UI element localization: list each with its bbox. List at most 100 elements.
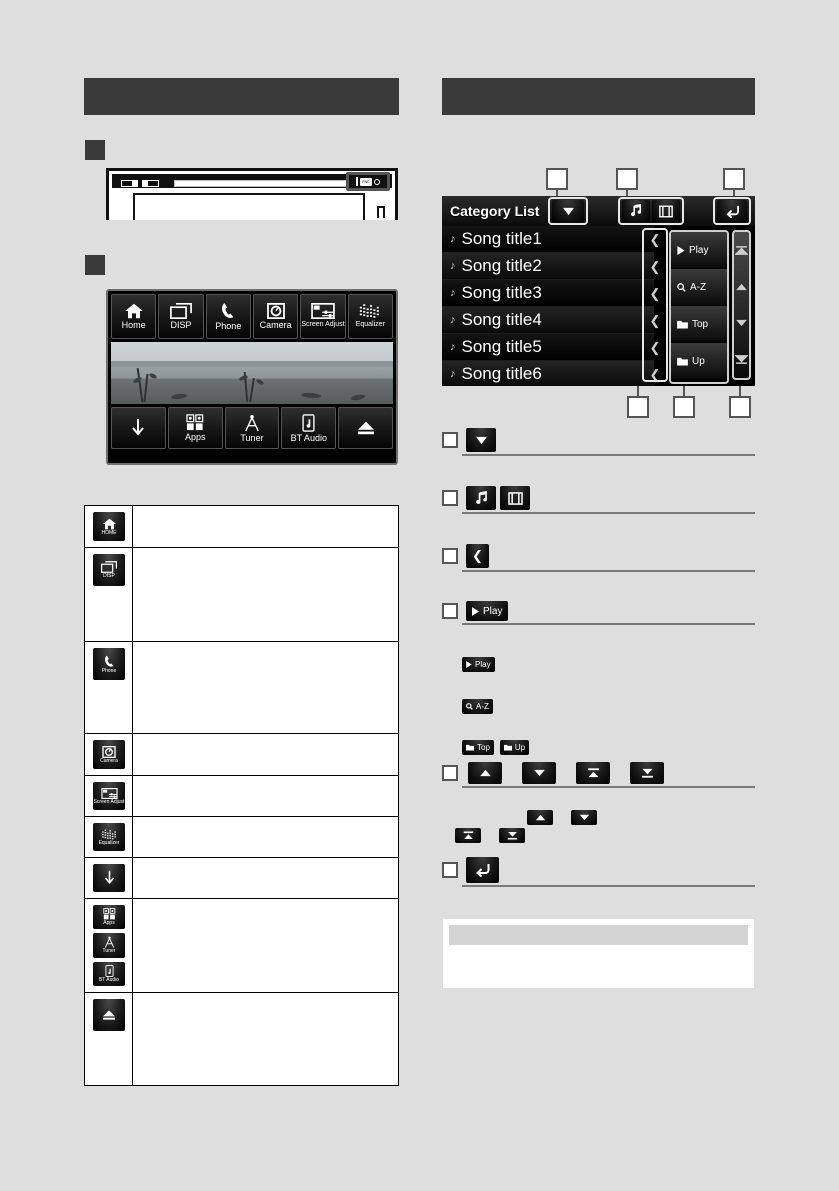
legend-chip-scroll-up[interactable] [468,762,502,784]
scroll-bottom-icon[interactable] [735,355,748,364]
folder-icon [466,744,474,751]
keycap-phone[interactable]: Phone [93,648,125,680]
legend-rule [462,623,755,625]
hu-button-tuner[interactable]: Tuner [224,407,280,449]
sub-chip-top-label: Top [477,743,490,752]
table-icon-cell [85,858,133,898]
list-item[interactable]: ♪ Song title2 [442,253,654,280]
tab-video[interactable] [652,200,680,222]
sub-chip-scroll-up[interactable] [527,810,553,825]
legend-number [442,603,458,619]
right-column-header [442,78,755,115]
chevron-left-icon[interactable]: ❮ [645,361,665,386]
fnc-bar-icon [356,177,359,186]
chevron-left-icon[interactable]: ❮ [645,334,665,361]
film-strip-icon [659,205,673,217]
keycap-equalizer[interactable]: Equalizer [93,823,125,851]
keycap-bt-audio[interactable]: BT Audio [93,961,125,986]
category-dropdown-button[interactable] [552,200,584,222]
keycap-eject[interactable] [93,999,125,1031]
sub-chip-scroll-bottom[interactable] [499,828,525,843]
table-icon-cell: Equalizer [85,817,133,857]
scroll-top-icon[interactable] [735,246,748,255]
hu-button-apps[interactable]: Apps [167,407,223,449]
legend-chip-play[interactable]: Play [466,601,509,621]
category-list-title-bar: Category List [442,196,755,226]
legend-rule [462,786,755,788]
chevron-left-icon[interactable]: ❮ [645,253,665,280]
camera-icon [102,745,116,758]
keycap-disp[interactable]: DISP [93,554,125,586]
keycap-tuner[interactable]: Tuner [93,933,125,958]
keycap-label: BT Audio [98,976,120,983]
list-item[interactable]: ♪ Song title4 [442,307,654,334]
keycap-camera[interactable]: Camera [93,740,125,769]
sub-chip-top[interactable]: Top [462,740,494,755]
hu-button-bt-audio[interactable]: BT Audio [281,407,337,449]
legend-chip-scroll-down[interactable] [522,762,556,784]
chevron-left-icon[interactable]: ❮ [645,307,665,334]
keycap-apps[interactable]: Apps [93,905,125,930]
legend-chip-scroll-top[interactable] [576,762,610,784]
callout-box-3 [723,168,745,190]
play-button[interactable]: Play [671,232,727,269]
top-folder-button[interactable]: Top [671,306,727,343]
sub-chip-play-label: Play [475,660,491,669]
category-list-items: ♪ Song title1 ♪ Song title2 ♪ Song title… [442,226,654,386]
search-icon [466,703,473,710]
music-note-icon [631,204,642,217]
scroll-up-icon[interactable] [735,283,748,291]
legend-chip-music[interactable] [466,486,496,510]
hu-button-equalizer[interactable]: Equalizer [347,294,393,339]
keycap-home[interactable]: HOME [93,512,125,541]
list-item[interactable]: ♪ Song title5 [442,334,654,361]
fnc-button-highlight[interactable]: FNC [346,172,390,191]
hu-button-eject[interactable] [338,407,393,449]
chevron-left-icon[interactable]: ❮ [645,226,665,253]
top-folder-button-label: Top [692,318,709,330]
plant-stalk [249,377,255,403]
table-icon-cell: Screen Adjust [85,776,133,816]
list-item[interactable]: ♪ Song title3 [442,280,654,307]
list-item[interactable]: ♪ Song title1 [442,226,654,253]
sub-chip-az[interactable]: A-Z [462,699,493,714]
up-folder-button[interactable]: Up [671,343,727,380]
sub-chip-scroll-down[interactable] [571,810,597,825]
tab-music[interactable] [622,200,650,222]
sub-item-scroll-topbottom [455,828,525,843]
sub-chip-play[interactable]: Play [462,657,495,672]
keycap-label: Tuner [102,948,116,955]
keycap-collapse[interactable] [93,864,125,892]
sub-chip-up[interactable]: Up [499,740,530,755]
hu-button-screen-adjust[interactable]: Screen Adjust [300,294,346,339]
hu-button-home-label: Home [121,320,146,330]
chevron-left-icon[interactable]: ❮ [645,280,665,307]
callout-box-2 [616,168,638,190]
sub-chip-scroll-top[interactable] [455,828,481,843]
az-search-button[interactable]: A-Z [671,269,727,306]
table-description-cell [133,858,398,898]
legend-chip-dropdown[interactable] [466,428,496,452]
phone-icon [222,303,234,318]
hu-button-collapse[interactable] [111,407,166,449]
legend-chip-video[interactable] [500,486,530,510]
hu-button-camera[interactable]: Camera [252,294,299,339]
hu-button-disp[interactable]: DISP [158,294,204,339]
legend-chip-chevron[interactable]: ❮ [466,544,489,568]
return-button[interactable] [717,200,747,222]
media-type-tabs [622,200,680,222]
scroll-down-icon [579,814,589,821]
legend-number [442,490,458,506]
hu-button-home[interactable]: Home [111,294,157,339]
keycap-screen-adjust[interactable]: Screen Adjust [93,782,125,810]
table-row: Apps Tuner BT Audio [85,899,398,993]
legend-chip-scroll-bottom[interactable] [630,762,664,784]
legend-chip-return[interactable] [466,857,499,883]
folder-icon [503,744,512,751]
music-note-icon: ♪ [450,368,456,380]
list-item[interactable]: ♪ Song title6 [442,361,654,386]
hu-button-phone[interactable]: Phone [205,294,251,339]
sub-item-az: A-Z [462,699,493,714]
return-arrow-icon [725,205,739,218]
scroll-down-icon[interactable] [735,319,748,327]
